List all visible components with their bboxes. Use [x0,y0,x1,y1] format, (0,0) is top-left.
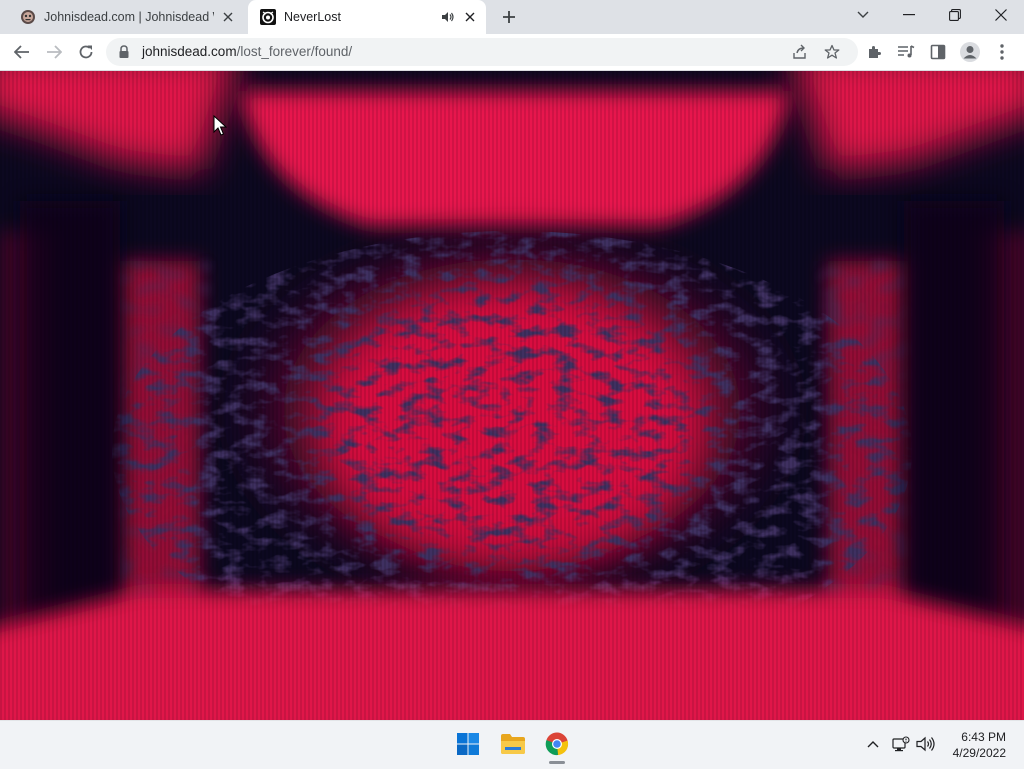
network-icon[interactable] [890,733,912,755]
address-bar[interactable]: johnisdead.com/lost_forever/found/ [106,38,858,66]
system-clock[interactable]: 6:43 PM 4/29/2022 [953,729,1006,761]
media-control-icon[interactable] [892,38,920,66]
url-path: /lost_forever/found/ [236,44,353,59]
running-indicator [549,761,565,764]
tab-neverlost[interactable]: NeverLost [248,0,486,34]
url-host: johnisdead.com [142,44,237,59]
volume-icon[interactable] [915,733,937,755]
close-window-icon[interactable] [978,0,1024,30]
browser-toolbar: johnisdead.com/lost_forever/found/ [0,34,1024,71]
windows-start-icon[interactable] [453,729,483,759]
bookmark-star-icon[interactable] [824,44,840,65]
tab-title: NeverLost [284,10,341,24]
neverlost-room-image[interactable] [0,71,1024,720]
close-tab-icon[interactable] [220,9,236,25]
tab-search-icon[interactable] [840,0,886,30]
speaker-icon[interactable] [440,9,456,25]
tab-johnisdead-wiki[interactable]: Johnisdead.com | Johnisdead Wiki [8,0,244,34]
mouse-cursor [213,115,227,136]
menu-icon[interactable] [988,38,1016,66]
neverlost-favicon [260,9,276,25]
taskbar: 6:43 PM 4/29/2022 [0,720,1024,769]
lock-icon[interactable] [118,45,130,59]
profile-icon[interactable] [956,38,984,66]
clock-date: 4/29/2022 [952,746,1006,760]
minimize-icon[interactable] [886,0,932,30]
tab-strip: Johnisdead.com | Johnisdead Wiki NeverLo… [0,0,1024,34]
share-icon[interactable] [792,44,808,65]
plus-icon [503,11,515,23]
page-content[interactable] [0,71,1024,720]
tab-title: Johnisdead.com | Johnisdead Wiki [44,10,214,24]
restore-icon[interactable] [932,0,978,30]
file-explorer-icon[interactable] [498,729,528,759]
close-tab-icon[interactable] [462,9,478,25]
side-panel-icon[interactable] [924,38,952,66]
new-tab-button[interactable] [498,6,520,28]
show-hidden-icons-chevron-icon[interactable] [862,733,884,755]
johnisdead-wiki-favicon [21,10,35,24]
reload-icon[interactable] [72,38,100,66]
chrome-icon[interactable] [542,729,572,759]
forward-icon[interactable] [40,38,68,66]
url-text[interactable]: johnisdead.com/lost_forever/found/ [142,44,352,59]
extensions-icon[interactable] [860,38,888,66]
back-icon[interactable] [8,38,36,66]
clock-time: 6:43 PM [961,730,1006,744]
